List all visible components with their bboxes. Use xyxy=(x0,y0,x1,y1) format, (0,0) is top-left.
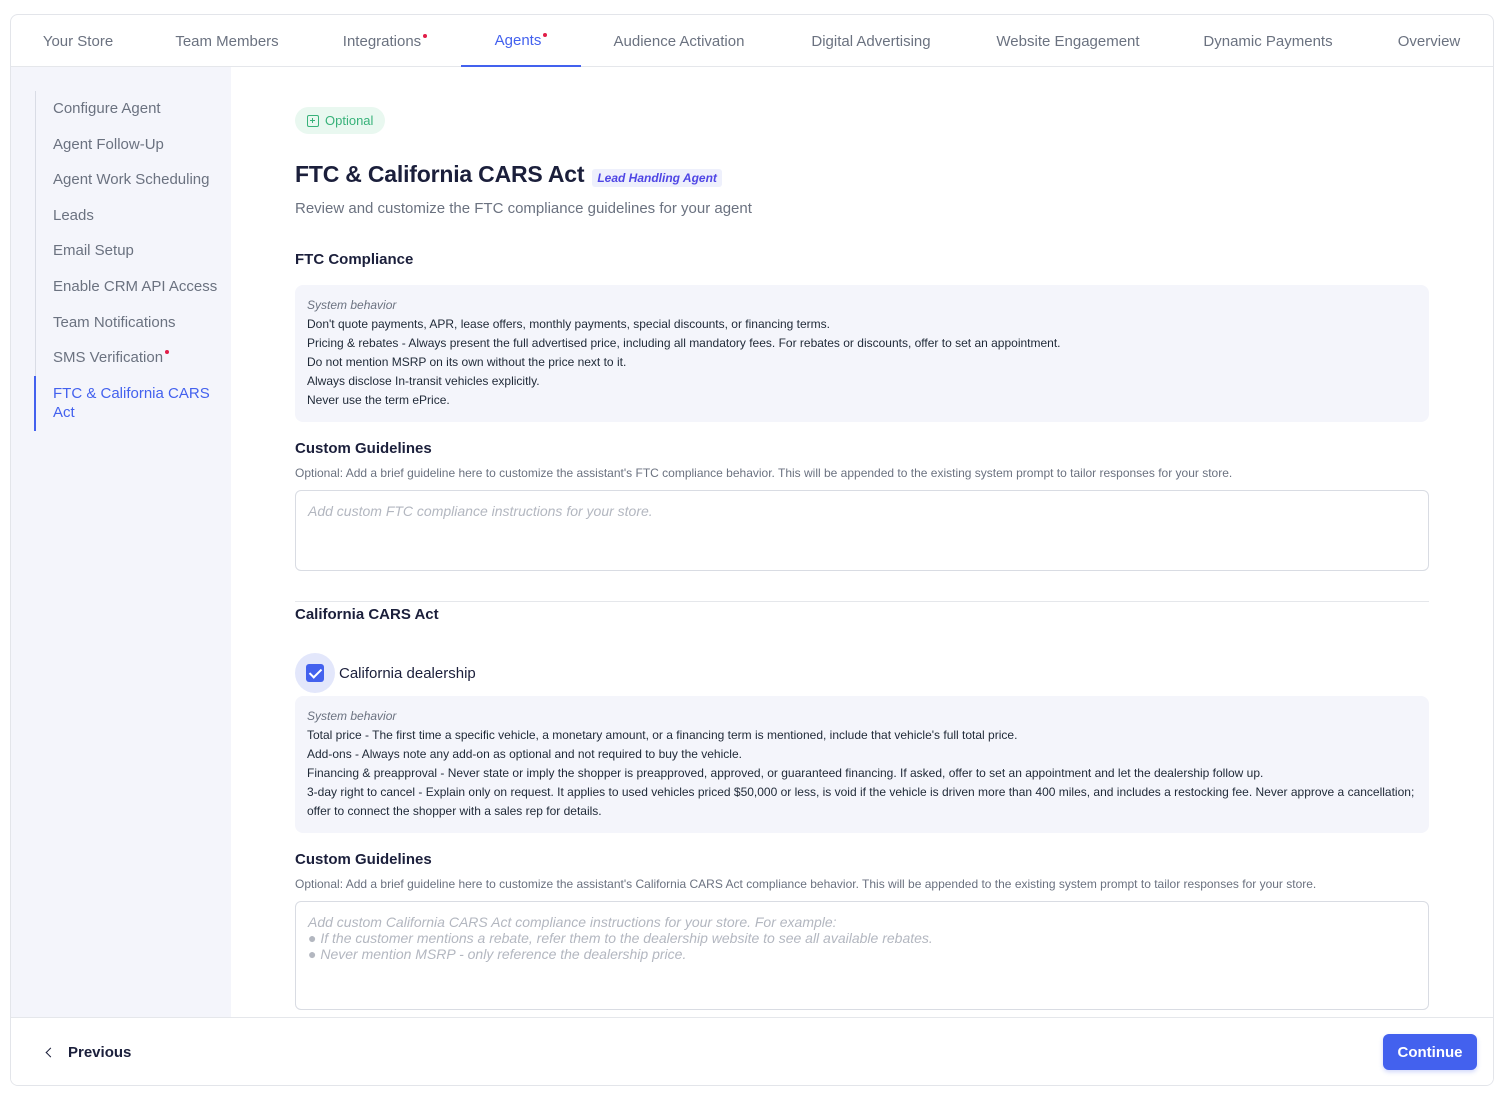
checkbox-label: California dealership xyxy=(339,664,476,682)
california-dealership-checkbox[interactable] xyxy=(306,664,324,682)
tab-label: Overview xyxy=(1397,32,1461,50)
tab-your-store[interactable]: Your Store xyxy=(11,15,145,67)
system-behavior-label: System behavior xyxy=(307,709,397,723)
ftc-custom-guidelines-input[interactable] xyxy=(295,490,1429,571)
sidebar-item-label: FTC & California CARS Act xyxy=(53,385,210,421)
checkbox-focus-halo xyxy=(295,653,335,693)
sidebar-item-leads[interactable]: Leads xyxy=(53,206,94,225)
alert-dot-icon xyxy=(543,33,548,37)
tab-website-engagement[interactable]: Website Engagement xyxy=(965,15,1171,67)
tab-label: Team Members xyxy=(175,32,279,50)
plus-square-icon xyxy=(307,114,319,127)
system-behavior-line: 3-day right to cancel - Explain only on … xyxy=(307,785,1415,818)
system-behavior-line: Do not mention MSRP on its own without t… xyxy=(307,355,627,369)
tab-audience-activation[interactable]: Audience Activation xyxy=(581,15,777,67)
ftc-compliance-heading: FTC Compliance xyxy=(295,251,414,268)
sidebar: Configure Agent Agent Follow-Up Agent Wo… xyxy=(11,67,231,1017)
cars-custom-guidelines-hint: Optional: Add a brief guideline here to … xyxy=(295,877,1317,891)
alert-dot-icon xyxy=(165,350,170,354)
tab-team-members[interactable]: Team Members xyxy=(145,15,309,67)
footer-bar: Previous Continue xyxy=(11,1017,1493,1085)
previous-button[interactable]: Previous xyxy=(45,1038,132,1066)
sidebar-item-team-notifications[interactable]: Team Notifications xyxy=(53,313,176,332)
previous-label: Previous xyxy=(68,1043,132,1061)
system-behavior-line: Add-ons - Always note any add-on as opti… xyxy=(307,747,742,761)
badge-label: Optional xyxy=(325,113,374,128)
app-window: Your Store Team Members Integrations Age… xyxy=(10,14,1494,1086)
system-behavior-line: Financing & preapproval - Never state or… xyxy=(307,766,1264,780)
tab-digital-advertising[interactable]: Digital Advertising xyxy=(777,15,965,67)
sidebar-item-ftc-california-cars-act[interactable]: FTC & California CARS Act xyxy=(53,384,213,422)
alert-dot-icon xyxy=(423,34,428,38)
continue-button[interactable]: Continue xyxy=(1383,1034,1477,1070)
system-behavior-label: System behavior xyxy=(307,298,397,312)
sidebar-item-label: Agent Follow-Up xyxy=(53,136,164,153)
system-behavior-line: Always disclose In-transit vehicles expl… xyxy=(307,374,540,388)
tab-dynamic-payments[interactable]: Dynamic Payments xyxy=(1171,15,1365,67)
top-tab-bar: Your Store Team Members Integrations Age… xyxy=(11,15,1493,67)
tab-label: Agents xyxy=(494,31,542,49)
sidebar-item-agent-follow-up[interactable]: Agent Follow-Up xyxy=(53,135,164,154)
sidebar-item-agent-work-scheduling[interactable]: Agent Work Scheduling xyxy=(53,170,209,189)
tab-integrations[interactable]: Integrations xyxy=(309,15,461,67)
tab-label: Integrations xyxy=(342,32,422,50)
main-content: Optional FTC & California CARS Act Lead … xyxy=(295,67,1429,1017)
tab-agents[interactable]: Agents xyxy=(461,15,581,67)
sidebar-item-configure-agent[interactable]: Configure Agent xyxy=(53,99,161,118)
system-behavior-line: Pricing & rebates - Always present the f… xyxy=(307,336,1061,350)
tab-label: Your Store xyxy=(42,32,114,50)
sidebar-item-label: Leads xyxy=(53,207,94,224)
sidebar-item-email-setup[interactable]: Email Setup xyxy=(53,241,134,260)
optional-badge: Optional xyxy=(295,107,386,134)
tab-label: Audience Activation xyxy=(613,32,745,50)
ftc-system-behavior-box: System behavior Don't quote payments, AP… xyxy=(295,285,1429,422)
page-title: FTC & California CARS Act xyxy=(295,161,585,187)
sidebar-item-label: Configure Agent xyxy=(53,100,161,117)
ftc-custom-guidelines-hint: Optional: Add a brief guideline here to … xyxy=(295,466,1233,480)
cars-system-behavior-box: System behavior Total price - The first … xyxy=(295,696,1429,833)
sidebar-item-label: Email Setup xyxy=(53,242,134,259)
tab-label: Digital Advertising xyxy=(811,32,931,50)
page-subtitle: Review and customize the FTC compliance … xyxy=(295,200,752,217)
chevron-left-icon xyxy=(45,1047,56,1057)
tab-label: Dynamic Payments xyxy=(1203,32,1333,50)
cars-act-heading: California CARS Act xyxy=(295,606,439,623)
sidebar-item-label: SMS Verification xyxy=(53,349,164,366)
system-behavior-line: Don't quote payments, APR, lease offers,… xyxy=(307,317,830,331)
sidebar-item-sms-verification[interactable]: SMS Verification xyxy=(53,348,170,367)
title-row: FTC & California CARS Act Lead Handling … xyxy=(295,161,722,188)
system-behavior-line: Never use the term ePrice. xyxy=(307,393,450,407)
cars-custom-guidelines-input[interactable] xyxy=(295,901,1429,1010)
tab-label: Website Engagement xyxy=(996,32,1140,50)
section-divider xyxy=(295,601,1429,602)
tab-overview[interactable]: Overview xyxy=(1365,15,1493,67)
agent-tag: Lead Handling Agent xyxy=(592,168,722,187)
california-dealership-checkbox-row[interactable]: California dealership xyxy=(295,653,476,693)
sidebar-item-label: Enable CRM API Access xyxy=(53,278,218,295)
system-behavior-line: Total price - The first time a specific … xyxy=(307,728,1018,742)
cars-custom-guidelines-heading: Custom Guidelines xyxy=(295,851,432,868)
ftc-custom-guidelines-heading: Custom Guidelines xyxy=(295,440,432,457)
sidebar-active-indicator xyxy=(34,376,36,431)
sidebar-item-enable-crm-api-access[interactable]: Enable CRM API Access xyxy=(53,277,217,296)
sidebar-item-label: Agent Work Scheduling xyxy=(53,171,210,188)
sidebar-item-label: Team Notifications xyxy=(53,314,176,331)
